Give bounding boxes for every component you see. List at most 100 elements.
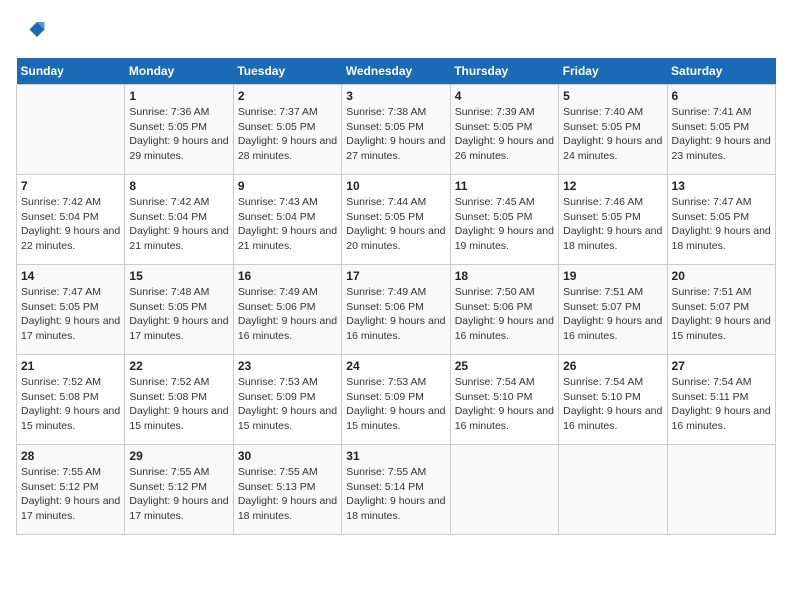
day-number: 6 [672,89,771,103]
calendar-cell: 23 Sunrise: 7:53 AMSunset: 5:09 PMDayligh… [233,355,341,445]
day-number: 14 [21,269,120,283]
day-number: 3 [346,89,445,103]
day-info: Sunrise: 7:53 AMSunset: 5:09 PMDaylight:… [238,375,337,434]
day-number: 8 [129,179,228,193]
day-number: 29 [129,449,228,463]
calendar-cell: 7 Sunrise: 7:42 AMSunset: 5:04 PMDaylight… [17,175,125,265]
calendar-cell: 19 Sunrise: 7:51 AMSunset: 5:07 PMDayligh… [559,265,667,355]
calendar-table: SundayMondayTuesdayWednesdayThursdayFrid… [16,58,776,535]
day-info: Sunrise: 7:52 AMSunset: 5:08 PMDaylight:… [21,375,120,434]
header-day-tuesday: Tuesday [233,58,341,85]
day-number: 28 [21,449,120,463]
calendar-cell: 26 Sunrise: 7:54 AMSunset: 5:10 PMDayligh… [559,355,667,445]
week-row-3: 14Sunrise: 7:47 AMSunset: 5:05 PMDayligh… [17,265,776,355]
day-number: 12 [563,179,662,193]
day-number: 10 [346,179,445,193]
day-number: 2 [238,89,337,103]
calendar-cell: 16 Sunrise: 7:49 AMSunset: 5:06 PMDayligh… [233,265,341,355]
calendar-cell [17,85,125,175]
calendar-cell: 2Sunrise: 7:37 AMSunset: 5:05 PMDaylight… [233,85,341,175]
day-number: 5 [563,89,662,103]
day-number: 30 [238,449,337,463]
calendar-cell: 30 Sunrise: 7:55 AMSunset: 5:13 PMDayligh… [233,445,341,535]
day-info: Sunrise: 7:49 AMSunset: 5:06 PMDaylight:… [238,285,337,344]
day-number: 4 [455,89,554,103]
day-info: Sunrise: 7:54 AMSunset: 5:11 PMDaylight:… [672,375,771,434]
day-info: Sunrise: 7:51 AMSunset: 5:07 PMDaylight:… [563,285,662,344]
calendar-cell: 13Sunrise: 7:47 AMSunset: 5:05 PMDayligh… [667,175,775,265]
day-number: 1 [129,89,228,103]
page-header [16,16,776,46]
day-info: Sunrise: 7:48 AMSunset: 5:05 PMDaylight:… [129,285,228,344]
calendar-cell: 21Sunrise: 7:52 AMSunset: 5:08 PMDayligh… [17,355,125,445]
calendar-cell: 24 Sunrise: 7:53 AMSunset: 5:09 PMDayligh… [342,355,450,445]
day-info: Sunrise: 7:55 AMSunset: 5:12 PMDaylight:… [21,465,120,524]
day-info: Sunrise: 7:42 AMSunset: 5:04 PMDaylight:… [129,195,228,254]
header-day-thursday: Thursday [450,58,558,85]
day-info: Sunrise: 7:43 AMSunset: 5:04 PMDaylight:… [238,195,337,254]
day-info: Sunrise: 7:44 AMSunset: 5:05 PMDaylight:… [346,195,445,254]
calendar-cell: 3 Sunrise: 7:38 AMSunset: 5:05 PMDaylight… [342,85,450,175]
calendar-cell: 25Sunrise: 7:54 AMSunset: 5:10 PMDayligh… [450,355,558,445]
day-info: Sunrise: 7:50 AMSunset: 5:06 PMDaylight:… [455,285,554,344]
calendar-cell: 10 Sunrise: 7:44 AMSunset: 5:05 PMDayligh… [342,175,450,265]
day-info: Sunrise: 7:38 AMSunset: 5:05 PMDaylight:… [346,105,445,164]
day-number: 25 [455,359,554,373]
calendar-cell: 6 Sunrise: 7:41 AMSunset: 5:05 PMDaylight… [667,85,775,175]
day-info: Sunrise: 7:39 AMSunset: 5:05 PMDaylight:… [455,105,554,164]
calendar-cell: 1Sunrise: 7:36 AMSunset: 5:05 PMDaylight… [125,85,233,175]
calendar-cell: 15 Sunrise: 7:48 AMSunset: 5:05 PMDayligh… [125,265,233,355]
day-number: 27 [672,359,771,373]
day-number: 23 [238,359,337,373]
calendar-cell [450,445,558,535]
day-info: Sunrise: 7:55 AMSunset: 5:14 PMDaylight:… [346,465,445,524]
day-info: Sunrise: 7:55 AMSunset: 5:13 PMDaylight:… [238,465,337,524]
calendar-cell: 20 Sunrise: 7:51 AMSunset: 5:07 PMDayligh… [667,265,775,355]
calendar-cell: 11 Sunrise: 7:45 AMSunset: 5:05 PMDayligh… [450,175,558,265]
day-number: 19 [563,269,662,283]
calendar-header: SundayMondayTuesdayWednesdayThursdayFrid… [17,58,776,85]
calendar-cell [667,445,775,535]
calendar-cell: 5 Sunrise: 7:40 AMSunset: 5:05 PMDaylight… [559,85,667,175]
day-info: Sunrise: 7:54 AMSunset: 5:10 PMDaylight:… [563,375,662,434]
day-info: Sunrise: 7:55 AMSunset: 5:12 PMDaylight:… [129,465,228,524]
week-row-2: 7 Sunrise: 7:42 AMSunset: 5:04 PMDaylight… [17,175,776,265]
header-row: SundayMondayTuesdayWednesdayThursdayFrid… [17,58,776,85]
header-day-saturday: Saturday [667,58,775,85]
day-number: 13 [672,179,771,193]
week-row-1: 1Sunrise: 7:36 AMSunset: 5:05 PMDaylight… [17,85,776,175]
day-info: Sunrise: 7:51 AMSunset: 5:07 PMDaylight:… [672,285,771,344]
day-info: Sunrise: 7:46 AMSunset: 5:05 PMDaylight:… [563,195,662,254]
logo [16,16,50,46]
day-info: Sunrise: 7:52 AMSunset: 5:08 PMDaylight:… [129,375,228,434]
day-number: 15 [129,269,228,283]
header-day-monday: Monday [125,58,233,85]
day-number: 17 [346,269,445,283]
day-number: 24 [346,359,445,373]
calendar-cell: 17Sunrise: 7:49 AMSunset: 5:06 PMDayligh… [342,265,450,355]
week-row-5: 28 Sunrise: 7:55 AMSunset: 5:12 PMDayligh… [17,445,776,535]
day-number: 9 [238,179,337,193]
calendar-cell: 27 Sunrise: 7:54 AMSunset: 5:11 PMDayligh… [667,355,775,445]
calendar-cell: 14Sunrise: 7:47 AMSunset: 5:05 PMDayligh… [17,265,125,355]
day-number: 18 [455,269,554,283]
day-number: 7 [21,179,120,193]
day-info: Sunrise: 7:41 AMSunset: 5:05 PMDaylight:… [672,105,771,164]
day-info: Sunrise: 7:40 AMSunset: 5:05 PMDaylight:… [563,105,662,164]
calendar-cell [559,445,667,535]
calendar-cell: 18 Sunrise: 7:50 AMSunset: 5:06 PMDayligh… [450,265,558,355]
day-number: 20 [672,269,771,283]
day-info: Sunrise: 7:42 AMSunset: 5:04 PMDaylight:… [21,195,120,254]
day-number: 16 [238,269,337,283]
day-info: Sunrise: 7:53 AMSunset: 5:09 PMDaylight:… [346,375,445,434]
day-number: 26 [563,359,662,373]
week-row-4: 21Sunrise: 7:52 AMSunset: 5:08 PMDayligh… [17,355,776,445]
header-day-wednesday: Wednesday [342,58,450,85]
calendar-cell: 28 Sunrise: 7:55 AMSunset: 5:12 PMDayligh… [17,445,125,535]
day-number: 31 [346,449,445,463]
day-number: 11 [455,179,554,193]
calendar-cell: 31 Sunrise: 7:55 AMSunset: 5:14 PMDayligh… [342,445,450,535]
day-info: Sunrise: 7:45 AMSunset: 5:05 PMDaylight:… [455,195,554,254]
calendar-cell: 22Sunrise: 7:52 AMSunset: 5:08 PMDayligh… [125,355,233,445]
calendar-cell: 4 Sunrise: 7:39 AMSunset: 5:05 PMDaylight… [450,85,558,175]
